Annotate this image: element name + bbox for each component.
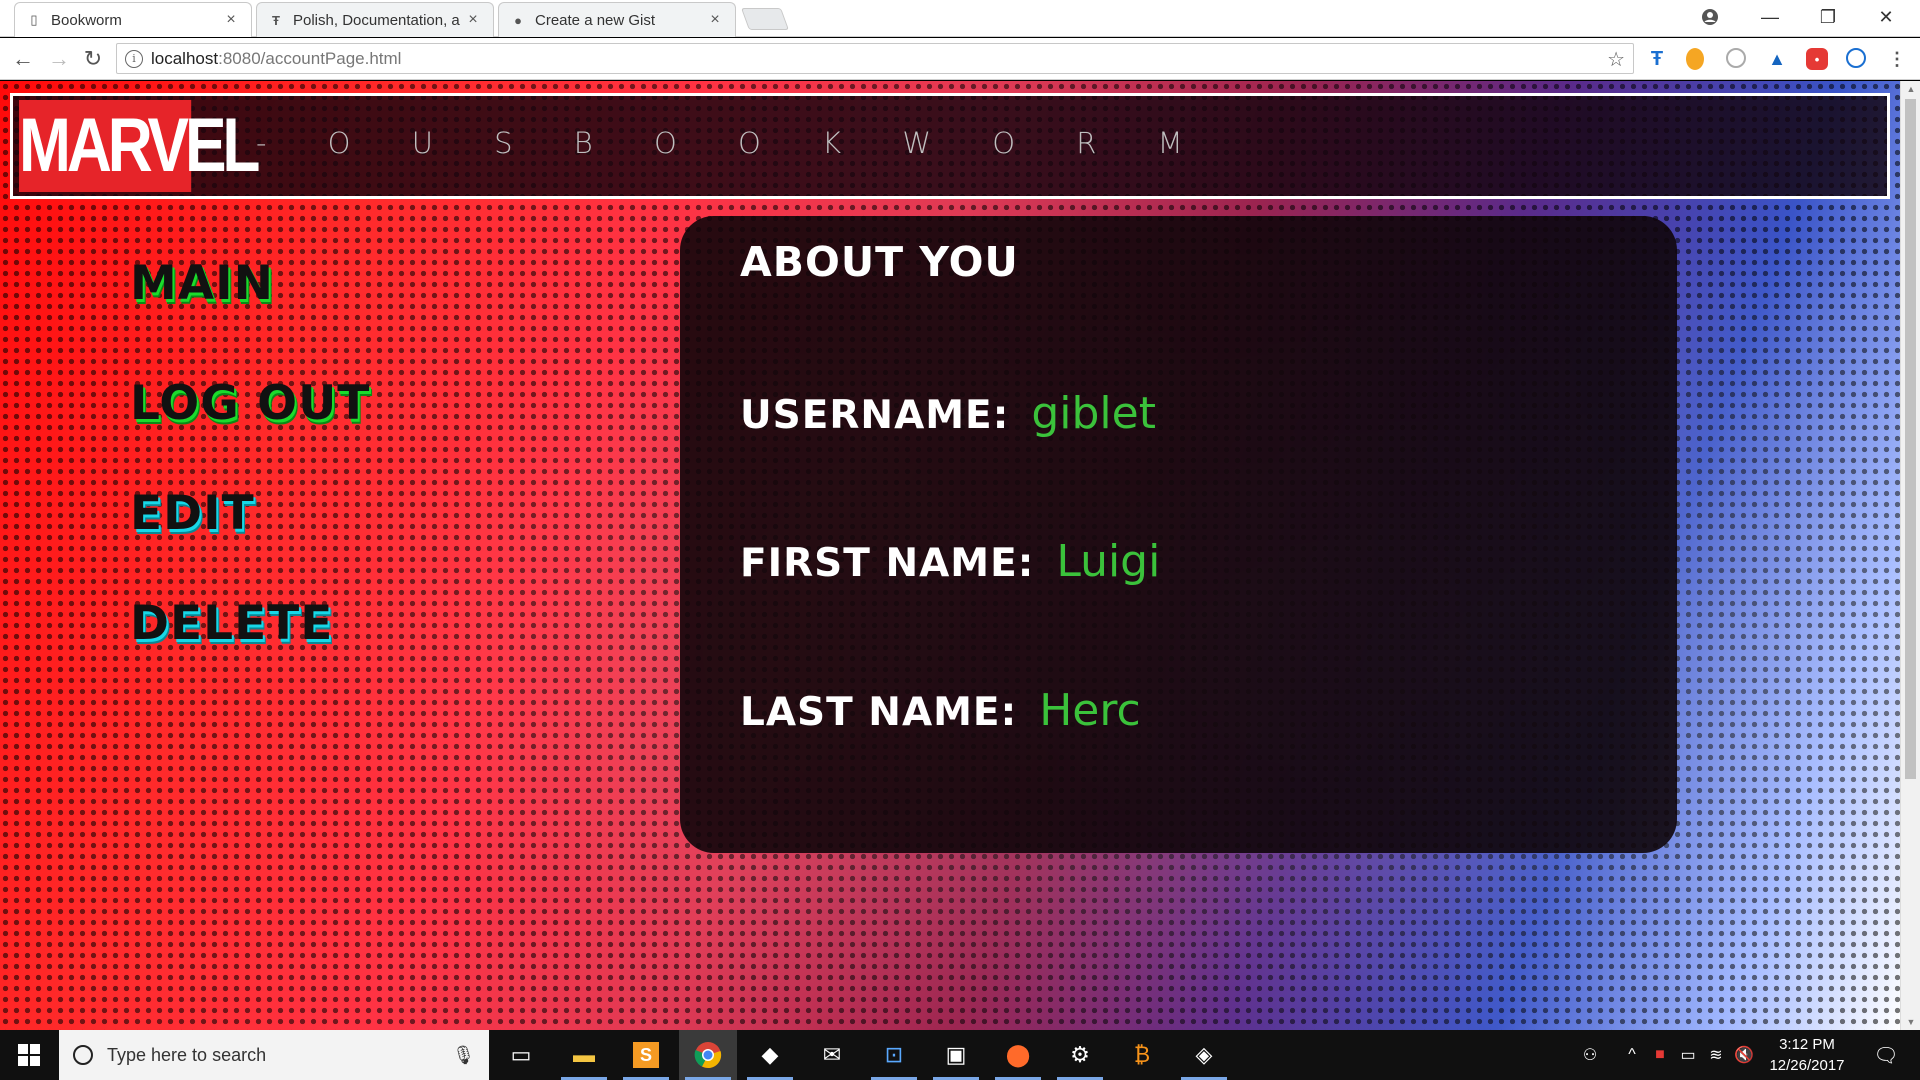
sublime-text-icon[interactable]: S [617,1030,675,1080]
tab-title: Polish, Documentation, a [293,11,460,29]
new-tab-button[interactable] [740,8,790,30]
scroll-down-arrow[interactable]: ▼ [1901,1014,1920,1030]
nav-delete-link[interactable]: Delete [130,596,333,651]
first-name-value: Luigi [1056,536,1161,587]
address-bar[interactable]: i localhost:8080/accountPage.html ☆ [116,43,1634,74]
marvel-logo[interactable]: MARVEL [19,100,261,192]
profile-icon[interactable] [1682,0,1738,34]
last-name-value: Herc [1039,685,1141,736]
page-viewport: MARVEL - O U S B O O K W O R M Main Log … [0,81,1900,1030]
url-path: :8080/accountPage.html [218,48,402,68]
battery-icon[interactable]: ▭ [1676,1030,1700,1080]
bitcoin-icon[interactable]: ₿ [1113,1030,1171,1080]
clock-time: 3:12 PM [1779,1036,1835,1053]
forward-button[interactable]: → [44,44,74,74]
typora-extension-icon[interactable]: Ŧ [1646,48,1668,70]
back-button[interactable]: ← [8,44,38,74]
windows-taskbar: Type here to search 🎙 ▭ ▬ S ◆ ✉ ⊡ ▣ ⬤ ⚙ … [0,1030,1920,1080]
minimize-button[interactable]: — [1742,0,1798,34]
postman-icon[interactable]: ⬤ [989,1030,1047,1080]
tab-create-gist[interactable]: ● Create a new Gist × [498,2,736,37]
nav-edit-link[interactable]: Edit [130,486,255,541]
url-host: localhost [151,48,219,68]
about-you-panel: About You Username: giblet First Name: L… [680,216,1677,853]
first-name-label: First Name: [740,541,1035,586]
browser-tab-strip: ▯ Bookworm × Ŧ Polish, Documentation, a … [0,0,1920,37]
nav-main-link[interactable]: Main [130,256,274,311]
clock-date: 12/26/2017 [1769,1057,1845,1074]
last-name-label: Last Name: [740,690,1018,735]
volume-muted-icon[interactable]: 🔇 [1732,1030,1756,1080]
site-header: MARVEL - O U S B O O K W O R M [10,93,1890,199]
close-window-button[interactable]: ✕ [1858,0,1914,34]
first-name-row: First Name: Luigi [740,536,1160,587]
taskbar-search-box[interactable]: Type here to search 🎙 [59,1030,489,1080]
windows-logo-icon [18,1044,40,1066]
info-icon[interactable]: i [125,49,143,68]
nav-logout-link[interactable]: Log Out [130,376,370,431]
bookmark-star-icon[interactable]: ☆ [1607,47,1625,72]
cortana-icon [73,1045,93,1065]
typora-icon: Ŧ [272,12,280,28]
circle-extension-icon[interactable] [1726,48,1746,68]
username-label: Username: [740,393,1010,438]
people-icon[interactable]: ⚇ [1575,1030,1605,1080]
tab-title: Bookworm [51,11,122,29]
notification-icon[interactable]: 🗨 [1866,1030,1906,1080]
tab-bookworm[interactable]: ▯ Bookworm × [14,2,252,37]
restore-button[interactable]: ❐ [1800,0,1856,34]
git-app-icon[interactable]: ◈ [1175,1030,1233,1080]
tray-app-icon[interactable]: ■ [1648,1030,1672,1080]
honey-extension-icon[interactable] [1686,48,1704,70]
close-icon[interactable]: × [705,11,725,29]
lastpass-extension-icon[interactable]: • [1806,48,1828,70]
settings-gear-icon[interactable]: ⚙ [1051,1030,1109,1080]
microphone-icon[interactable]: 🎙 [452,1045,475,1066]
username-row: Username: giblet [740,388,1156,439]
start-button[interactable] [0,1030,58,1080]
chevron-up-icon[interactable]: ^ [1620,1030,1644,1080]
last-name-row: Last Name: Herc [740,685,1141,736]
github-icon: ● [514,12,522,28]
scroll-up-arrow[interactable]: ▲ [1901,81,1920,97]
gitkraken-icon[interactable]: ◆ [741,1030,799,1080]
menu-kebab-icon[interactable]: ⋮ [1886,48,1908,70]
site-title: - O U S B O O K W O R M [256,126,1209,160]
chrome-icon[interactable] [679,1030,737,1080]
drive-extension-icon[interactable]: ▲ [1766,48,1788,70]
wifi-icon[interactable]: ≋ [1704,1030,1728,1080]
tab-polish-documentation[interactable]: Ŧ Polish, Documentation, a × [256,2,494,37]
about-title: About You [740,238,1019,286]
page-icon: ▯ [30,12,38,27]
browser-toolbar: ← → ↻ i localhost:8080/accountPage.html … [0,38,1920,80]
system-clock[interactable]: 3:12 PM 12/26/2017 [1762,1034,1852,1076]
file-explorer-icon[interactable]: ▬ [555,1030,613,1080]
close-icon[interactable]: × [463,11,483,29]
username-value: giblet [1031,388,1156,439]
search-placeholder: Type here to search [107,1044,267,1065]
reload-button[interactable]: ↻ [78,44,108,74]
terminal-icon[interactable]: ▣ [927,1030,985,1080]
scrollbar-thumb[interactable] [1905,99,1916,779]
page-scrollbar[interactable]: ▲ ▼ [1900,81,1920,1030]
tab-title: Create a new Gist [535,11,656,29]
close-icon[interactable]: × [221,11,241,29]
mail-icon[interactable]: ✉ [803,1030,861,1080]
globe-extension-icon[interactable] [1846,48,1866,68]
task-view-icon[interactable]: ▭ [492,1030,550,1080]
app-bracket-icon[interactable]: ⊡ [865,1030,923,1080]
